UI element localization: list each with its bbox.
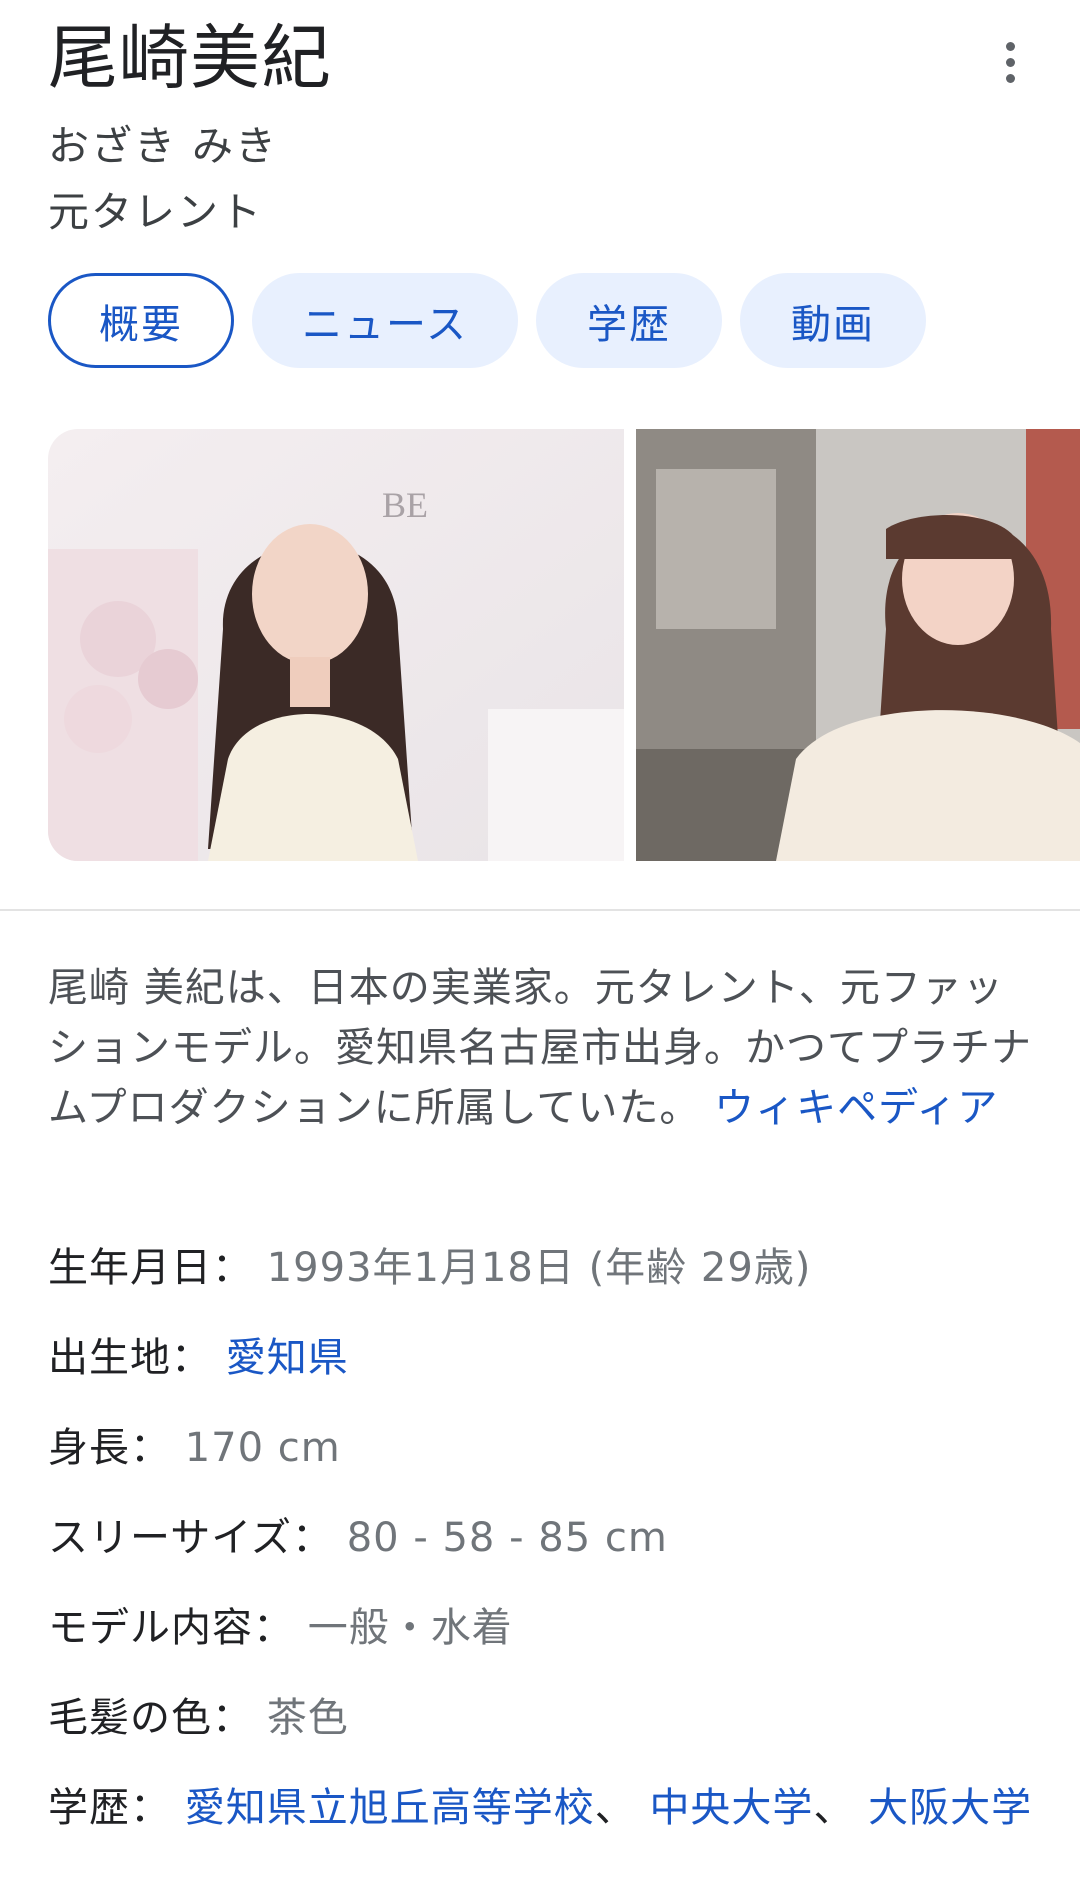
fact-value: 一般・水着 [307,1605,513,1651]
image-carousel[interactable]: BE [48,429,1080,861]
birthplace-link[interactable]: 愛知県 [226,1335,349,1381]
fact-model-type: モデル内容： 一般・水着 [48,1598,1038,1658]
profile-photo-2[interactable] [636,429,1080,861]
school-link[interactable]: 中央大学 [649,1785,813,1831]
fact-birthplace: 出生地： 愛知県 [48,1328,1038,1388]
more-options-icon[interactable] [982,30,1038,94]
fact-label: 出生地： [48,1335,212,1381]
fact-value: 1993年1月18日 (年齢 29歳) [266,1245,812,1291]
fact-value: 茶色 [266,1695,349,1741]
tab-chips: 概要 ニュース 学歴 動画 [48,273,926,368]
more-dot [1005,73,1015,83]
entity-category: 元タレント [48,188,263,236]
tab-overview[interactable]: 概要 [48,273,234,368]
school-link[interactable]: 愛知県立旭丘高等学校 [185,1785,595,1831]
panel-header: 尾崎美紀 おざき みき 元タレント [48,12,1032,240]
profile-photo-1[interactable]: BE [48,429,624,861]
tab-news[interactable]: ニュース [252,273,518,368]
sign-text: BE [382,485,428,525]
school-separator: 、 [813,1785,869,1831]
entity-reading: おざき みき [48,122,279,170]
fact-education: 学歴： 愛知県立旭丘高等学校、 中央大学、 大阪大学 [48,1778,1038,1838]
school-link[interactable]: 大阪大学 [868,1785,1032,1831]
fact-label: 学歴： [48,1785,171,1831]
fact-label: スリーサイズ： [48,1515,333,1561]
fact-value: 170 cm [184,1425,341,1471]
facts-list: 生年月日： 1993年1月18日 (年齢 29歳) 出生地： 愛知県 身長： 1… [48,1238,1038,1868]
entity-title: 尾崎美紀 [48,17,332,99]
fact-label: 生年月日： [48,1245,253,1291]
fact-height: 身長： 170 cm [48,1418,1038,1478]
tab-videos[interactable]: 動画 [740,273,926,368]
tab-education[interactable]: 学歴 [536,273,722,368]
more-dot [1005,57,1015,67]
section-divider [0,909,1080,911]
fact-hair-color: 毛髪の色： 茶色 [48,1688,1038,1748]
school-separator: 、 [594,1785,650,1831]
fact-label: モデル内容： [48,1605,294,1651]
fact-value: 80 - 58 - 85 cm [346,1515,668,1561]
entity-description: 尾崎 美紀は、日本の実業家。元タレント、元ファッションモデル。愛知県名古屋市出身… [48,958,1032,1138]
wikipedia-link[interactable]: ウィキペディア [714,1085,998,1131]
fact-measurements: スリーサイズ： 80 - 58 - 85 cm [48,1508,1038,1568]
fact-birth: 生年月日： 1993年1月18日 (年齢 29歳) [48,1238,1038,1298]
more-dot [1005,41,1015,51]
fact-label: 身長： [48,1425,171,1471]
knowledge-panel: 尾崎美紀 おざき みき 元タレント 概要 ニュース 学歴 動画 BE 尾崎 美紀… [0,0,1080,1881]
fact-label: 毛髪の色： [48,1695,253,1741]
